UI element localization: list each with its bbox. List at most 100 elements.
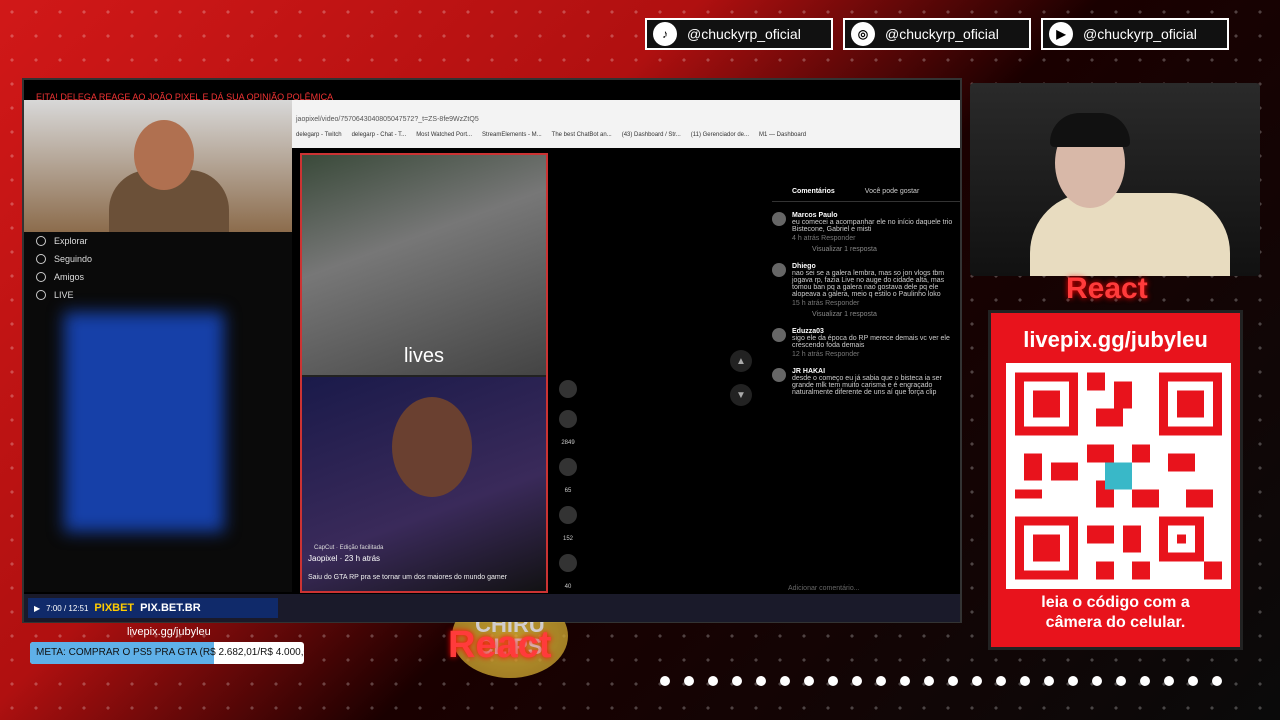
comments-panel: Comentários Você pode gostar Marcos Paul… (772, 180, 960, 600)
video-username[interactable]: Jaopixel · 23 h atrás (308, 554, 380, 563)
sponsor-logo: PIXBET (94, 602, 135, 614)
bookmark[interactable]: Most Watched Port... (416, 132, 472, 146)
avatar[interactable] (772, 263, 786, 277)
chevron-up-icon[interactable]: ▲ (730, 350, 752, 372)
friends-icon (36, 272, 46, 282)
webcam-shirt (1030, 193, 1230, 276)
comment-author[interactable]: JR HAKAI (792, 368, 960, 375)
sidebar-item-live[interactable]: LIVE (24, 286, 292, 304)
shares-count: 40 (564, 584, 572, 590)
webcam-cap (1050, 113, 1130, 147)
social-handle: @chuckyrp_oficial (1083, 26, 1197, 42)
bookmark[interactable]: StreamElements - M... (482, 132, 542, 146)
tiktok-sidebar: Explorar Seguindo Amigos LIVE (24, 232, 292, 592)
webcam-face (134, 120, 194, 190)
play-icon[interactable]: ▶ (34, 604, 40, 613)
comment-meta: 15 h atrás Responder (792, 300, 860, 307)
player-time: 7:00 / 12:51 (46, 603, 89, 613)
video-player-controls: ▶ 7:00 / 12:51 PIXBET PIX.BET.BR (28, 598, 278, 618)
sidebar-item-label: Explorar (54, 236, 88, 246)
qr-donation-panel: livepix.gg/jubyleu leia o código com a c… (988, 310, 1243, 650)
view-replies-link[interactable]: Visualizar 1 resposta (812, 311, 960, 318)
qr-title: livepix.gg/jubyleu (1023, 327, 1208, 352)
comments-count: 65 (564, 488, 572, 494)
decorative-dots (660, 676, 1260, 686)
tiktok-icon: ♪ (653, 22, 677, 46)
bookmark-icon[interactable] (559, 506, 577, 524)
donation-goal-bar: META: COMPRAR O PS5 PRA GTA (R$ 2.682,01… (30, 642, 304, 664)
qr-footer-line: câmera do celular. (1045, 614, 1186, 631)
bookmark[interactable]: (11) Gerenciador de... (691, 132, 749, 146)
taskbar: ▶ 7:00 / 12:51 PIXBET PIX.BET.BR (24, 594, 960, 622)
social-tiktok: ♪ @chuckyrp_oficial (645, 18, 833, 50)
comment-text: nao sei se a galera lembra, mas so jon v… (792, 270, 945, 298)
social-handle: @chuckyrp_oficial (885, 26, 999, 42)
webcam-streamer-2 (970, 83, 1260, 276)
comment-author[interactable]: Marcos Paulo (792, 212, 960, 219)
tiktok-video[interactable]: lives CapCut · Edição facilitada Jaopixe… (300, 153, 548, 593)
comment-author[interactable]: Dhiego (792, 263, 960, 270)
action-rail: 2849 65 152 40 (556, 380, 580, 590)
bookmark[interactable]: (43) Dashboard / Str... (622, 132, 681, 146)
avatar[interactable] (559, 380, 577, 398)
tab-comentarios[interactable]: Comentários (792, 188, 835, 195)
comment-body: Eduzza03 sigo ele da época do RP merece … (792, 328, 960, 358)
comment-item: Eduzza03 sigo ele da época do RP merece … (772, 328, 960, 358)
qr-code-graphic (1015, 372, 1222, 580)
comment-author[interactable]: Eduzza03 (792, 328, 960, 335)
bookmark[interactable]: M1 — Dashboard (759, 132, 806, 146)
avatar[interactable] (772, 368, 786, 382)
sidebar-item-label: Amigos (54, 272, 85, 282)
video-car-scene (302, 155, 546, 375)
donation-url: livepix.gg/jubyleu (127, 626, 211, 638)
address-bar[interactable]: jaopixel/video/7570643040805047572?_t=ZS… (292, 116, 952, 128)
stream-main-frame: EITA! DELEGA REAGE AO JOÃO PIXEL E DÁ SU… (22, 78, 962, 678)
qr-footer: leia o código com a câmera do celular. (991, 593, 1240, 633)
bookmark[interactable]: The best ChatBot an... (552, 132, 612, 146)
comment-body: Dhiego nao sei se a galera lembra, mas s… (792, 263, 960, 318)
comment-meta: 12 h atrás Responder (792, 351, 860, 358)
bookmark[interactable]: delegarp - Chat - T... (352, 132, 407, 146)
blurred-qr-image (64, 312, 224, 532)
comment-text: desde o começo eu já sabia que o bisteca… (792, 375, 942, 396)
comment-item: Dhiego nao sei se a galera lembra, mas s… (772, 263, 960, 318)
social-handle: @chuckyrp_oficial (687, 26, 801, 42)
tab-voce-pode-gostar[interactable]: Você pode gostar (865, 188, 920, 195)
sidebar-item-amigos[interactable]: Amigos (24, 268, 292, 286)
social-instagram: ◎ @chuckyrp_oficial (843, 18, 1031, 50)
view-replies-link[interactable]: Visualizar 1 resposta (812, 246, 960, 253)
avatar[interactable] (772, 328, 786, 342)
chevron-down-icon[interactable]: ▼ (730, 384, 752, 406)
react-label: React (448, 624, 552, 666)
comment-icon[interactable] (559, 458, 577, 476)
capcut-label: CapCut · Edição facilitada (314, 545, 384, 551)
comment-body: JR HAKAI desde o começo eu já sabia que … (792, 368, 960, 396)
browser-toolbar: jaopixel/video/7570643040805047572?_t=ZS… (292, 100, 960, 148)
comments-tabs: Comentários Você pode gostar (772, 180, 960, 202)
video-face (392, 397, 472, 497)
comment-body: Marcos Paulo eu comecei a acompanhar ele… (792, 212, 960, 253)
comment-input[interactable]: Adicionar comentário... (788, 585, 860, 592)
comment-meta: 4 h atrás Responder (792, 235, 856, 242)
bookmark[interactable]: delegarp - Twitch (296, 132, 342, 146)
avatar[interactable] (772, 212, 786, 226)
comment-item: Marcos Paulo eu comecei a acompanhar ele… (772, 212, 960, 253)
qr-code (1006, 363, 1231, 589)
live-icon (36, 290, 46, 300)
heart-icon[interactable] (559, 410, 577, 428)
social-bar: ♪ @chuckyrp_oficial ◎ @chuckyrp_oficial ▶ @… (645, 18, 1229, 50)
sidebar-item-explorar[interactable]: Explorar (24, 232, 292, 250)
share-icon[interactable] (559, 554, 577, 572)
video-nav: ▲ ▼ (730, 350, 752, 406)
youtube-icon: ▶ (1049, 22, 1073, 46)
comment-text: sigo ele da época do RP merece demais vc… (792, 335, 950, 349)
instagram-icon: ◎ (851, 22, 875, 46)
webcam-streamer-1 (24, 100, 292, 232)
qr-footer-line: leia o código com a (1041, 594, 1190, 611)
react-label: React (1066, 272, 1148, 305)
social-youtube: ▶ @chuckyrp_oficial (1041, 18, 1229, 50)
sidebar-item-seguindo[interactable]: Seguindo (24, 250, 292, 268)
comment-text: eu comecei a acompanhar ele no início da… (792, 219, 953, 233)
sponsor-url: PIX.BET.BR (140, 602, 201, 614)
bookmarks-bar: delegarp - Twitch delegarp - Chat - T...… (292, 132, 952, 146)
